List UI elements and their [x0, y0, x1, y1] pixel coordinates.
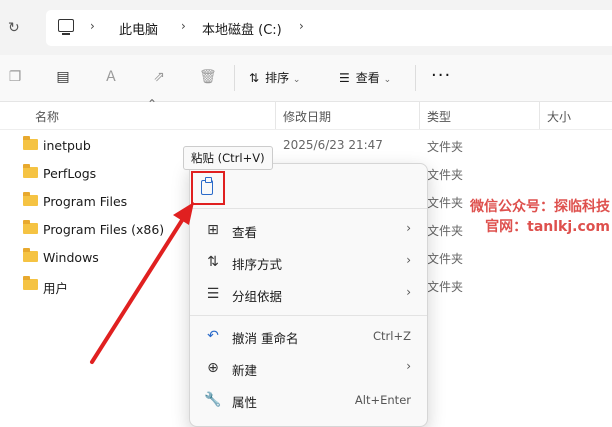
watermark-line2: 官网：tanlkj.com — [485, 219, 610, 235]
watermark-line1: 微信公众号：探临科技 — [470, 199, 610, 215]
